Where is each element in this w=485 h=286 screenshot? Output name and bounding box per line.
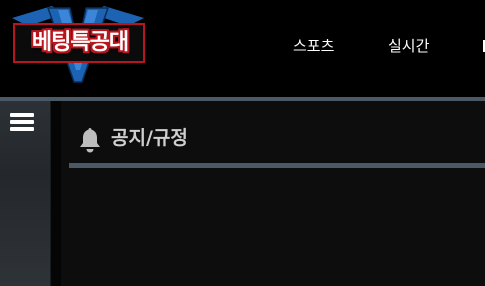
hamburger-line	[10, 120, 34, 124]
hamburger-menu-icon[interactable]	[10, 111, 34, 133]
logo-text: 베팅특공대	[31, 30, 129, 55]
hamburger-line	[10, 113, 34, 117]
main-content: 공지/규정	[61, 101, 485, 286]
page: 베팅특공대 스포츠 실시간 공지/규정	[0, 0, 485, 286]
nav-item-sports[interactable]: 스포츠	[293, 36, 334, 56]
bell-icon	[80, 128, 100, 153]
sidebar-gutter	[51, 101, 61, 286]
section-title: 공지/규정	[111, 127, 188, 149]
site-logo[interactable]: 베팅특공대	[8, 4, 148, 84]
section-rule	[69, 163, 485, 168]
hamburger-line	[10, 127, 34, 131]
sidebar	[0, 101, 51, 286]
top-header: 베팅특공대 스포츠 실시간	[0, 0, 485, 97]
nav-item-live[interactable]: 실시간	[388, 36, 429, 56]
